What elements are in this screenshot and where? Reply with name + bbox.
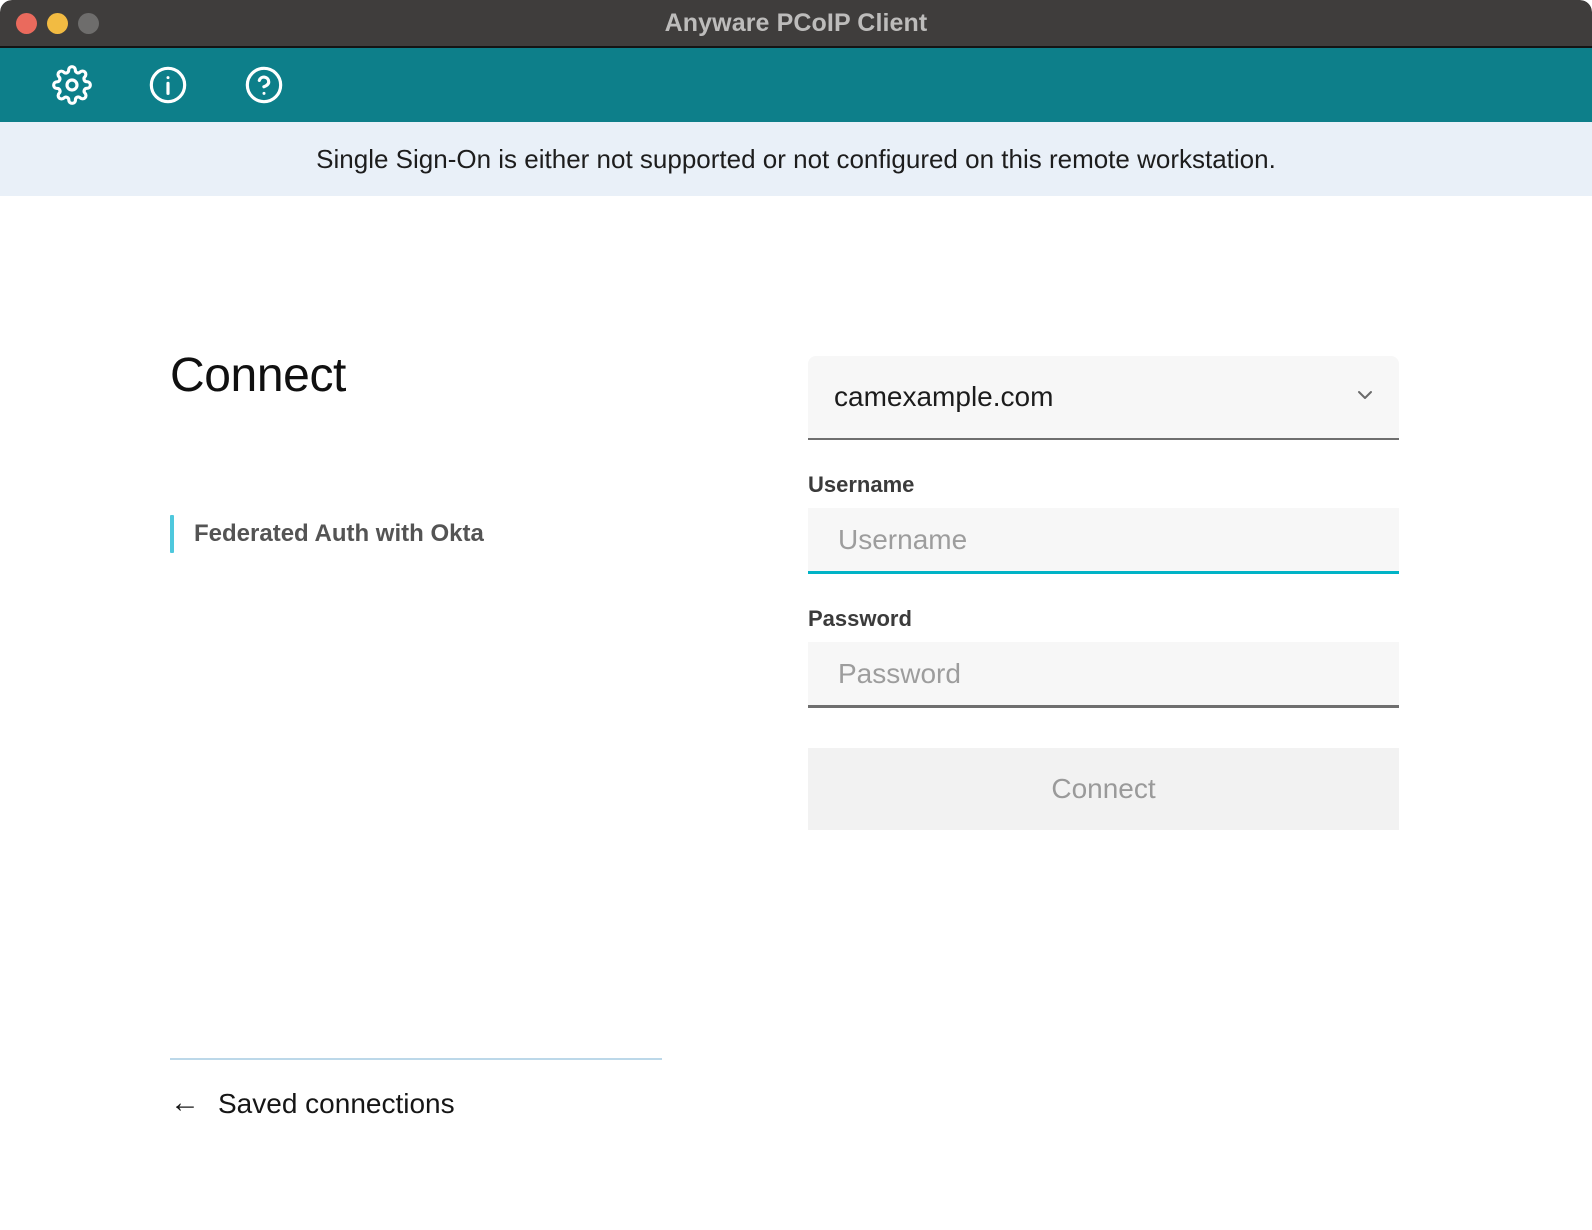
- gear-icon: [52, 65, 92, 105]
- help-icon: [244, 65, 284, 105]
- saved-connections-link[interactable]: ← Saved connections: [170, 1085, 455, 1120]
- username-field-group: Username: [808, 472, 1399, 574]
- host-select[interactable]: camexample.com: [808, 356, 1399, 440]
- window-title: Anyware PCoIP Client: [664, 8, 928, 37]
- section-divider: [170, 1058, 662, 1060]
- selected-accent-bar: [170, 515, 174, 553]
- auth-method-federated-okta[interactable]: Federated Auth with Okta: [170, 514, 770, 554]
- title-bar: Anyware PCoIP Client: [0, 0, 1592, 48]
- page-title: Connect: [170, 349, 346, 402]
- info-icon: [148, 65, 188, 105]
- saved-connections-section: ← Saved connections: [170, 1058, 662, 1120]
- arrow-left-icon: ←: [170, 1085, 200, 1119]
- username-input[interactable]: [808, 508, 1399, 574]
- close-window-button[interactable]: [16, 12, 37, 34]
- window-controls: [16, 0, 99, 46]
- sso-notice-banner: Single Sign-On is either not supported o…: [0, 122, 1592, 196]
- password-input[interactable]: [808, 642, 1399, 708]
- login-form: camexample.com Username Password Connect: [808, 196, 1399, 830]
- main-content: Connect Federated Auth with Okta ← Saved…: [0, 196, 1592, 1230]
- connect-button[interactable]: Connect: [808, 748, 1399, 830]
- saved-connections-label: Saved connections: [218, 1088, 455, 1119]
- help-button[interactable]: [240, 61, 288, 109]
- password-label: Password: [808, 606, 912, 631]
- app-window: Anyware PCoIP Client Single Sign-On is e…: [0, 0, 1592, 1230]
- maximize-window-button[interactable]: [78, 12, 99, 34]
- app-toolbar: [0, 48, 1592, 122]
- auth-method-label: Federated Auth with Okta: [194, 520, 484, 547]
- banner-message: Single Sign-On is either not supported o…: [316, 143, 1276, 174]
- chevron-down-icon: [1353, 383, 1377, 412]
- password-field-group: Password: [808, 606, 1399, 708]
- minimize-window-button[interactable]: [47, 12, 68, 34]
- info-button[interactable]: [144, 61, 192, 109]
- left-column: Connect Federated Auth with Okta: [170, 196, 770, 554]
- settings-button[interactable]: [48, 61, 96, 109]
- host-select-value: camexample.com: [834, 381, 1054, 412]
- username-label: Username: [808, 472, 915, 497]
